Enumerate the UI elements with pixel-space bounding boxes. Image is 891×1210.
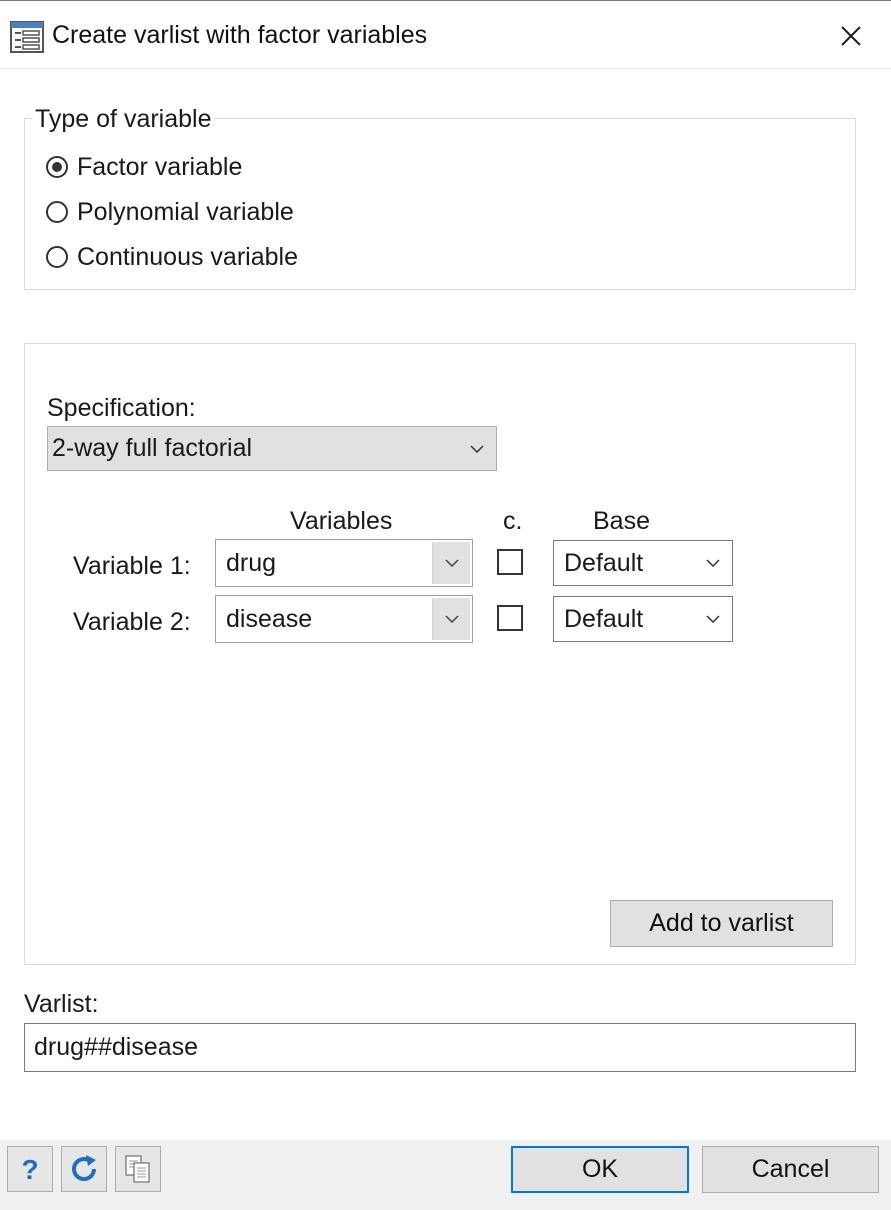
chevron-down-icon (444, 615, 459, 623)
variable-2-combobox[interactable]: disease (215, 595, 473, 643)
help-button[interactable]: ? (7, 1146, 53, 1192)
variable-2-label: Variable 2: (73, 608, 191, 636)
radio-label: Continuous variable (77, 242, 298, 271)
reset-icon (72, 1155, 96, 1181)
varlist-value: drug##disease (34, 1033, 199, 1061)
variable-2-value: disease (226, 604, 313, 633)
variable-1-value: drug (226, 548, 277, 577)
dialog-title: Create varlist with factor variables (52, 21, 428, 49)
radio-polynomial-variable[interactable]: Polynomial variable (46, 195, 294, 229)
radio-label: Polynomial variable (77, 197, 294, 226)
variable-2-continuous-checkbox[interactable] (497, 605, 523, 631)
variable-2-base-dropdown[interactable]: Default (553, 596, 733, 642)
cancel-button[interactable]: Cancel (702, 1146, 879, 1193)
column-header-base: Base (593, 507, 650, 535)
copy-button[interactable] (115, 1146, 161, 1192)
svg-text:?: ? (21, 1154, 38, 1184)
chevron-down-icon (706, 559, 720, 567)
radio-button[interactable] (46, 201, 68, 223)
dialog-window: Create varlist with factor variables Typ… (0, 0, 891, 1210)
title-bar: Create varlist with factor variables (0, 2, 891, 68)
radio-button[interactable] (46, 246, 68, 268)
specification-dropdown[interactable]: 2-way full factorial (47, 426, 497, 471)
close-icon (841, 26, 861, 46)
type-of-variable-legend: Type of variable (33, 105, 214, 134)
specification-value: 2-way full factorial (52, 434, 253, 462)
chevron-down-icon (444, 559, 459, 567)
add-to-varlist-button[interactable]: Add to varlist (610, 900, 833, 947)
help-icon: ? (21, 1154, 38, 1184)
ok-button[interactable]: OK (511, 1146, 689, 1193)
radio-continuous-variable[interactable]: Continuous variable (46, 240, 298, 274)
chevron-down-icon (706, 615, 720, 623)
variable-1-base-dropdown[interactable]: Default (553, 540, 733, 586)
varlist-field[interactable]: drug##disease (24, 1023, 856, 1072)
chevron-down-icon (470, 444, 484, 453)
radio-label: Factor variable (77, 152, 243, 181)
close-button[interactable] (823, 14, 879, 58)
radio-factor-variable[interactable]: Factor variable (46, 150, 242, 184)
radio-button[interactable] (46, 156, 68, 178)
dialog-icon (10, 21, 44, 53)
variable-2-base-value: Default (564, 604, 644, 633)
variable-1-continuous-checkbox[interactable] (497, 549, 523, 575)
specification-label: Specification: (47, 394, 196, 422)
variable-1-label: Variable 1: (73, 552, 191, 580)
column-header-variables: Variables (290, 507, 393, 535)
variable-1-base-value: Default (564, 548, 644, 577)
copy-icon (125, 1155, 150, 1183)
varlist-label: Varlist: (24, 990, 99, 1018)
reset-button[interactable] (61, 1146, 107, 1192)
variable-2-dropdown-button[interactable] (432, 598, 470, 640)
column-header-continuous: c. (503, 507, 523, 535)
variable-1-combobox[interactable]: drug (215, 539, 473, 587)
variable-1-dropdown-button[interactable] (432, 542, 470, 584)
